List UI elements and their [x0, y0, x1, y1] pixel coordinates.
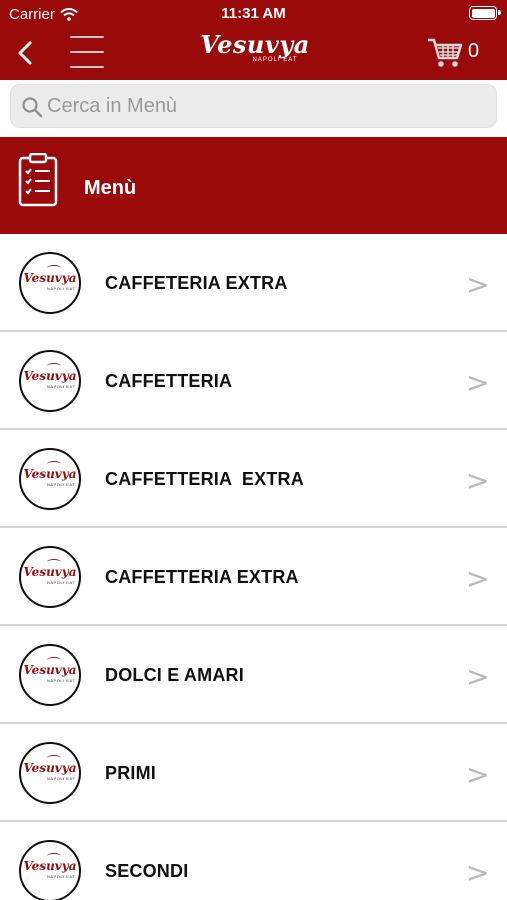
category-label: CAFFETTERIA EXTRA	[105, 567, 299, 587]
app-logo: Vesuvya NAPOLI EAT	[190, 28, 320, 72]
search-input[interactable]	[47, 85, 487, 127]
category-row-caffetteria-extra-3[interactable]: Vesuvya NAPOLI EAT CAFFETTERIA EXTRA >	[0, 528, 507, 626]
search-icon	[22, 97, 43, 118]
category-logo: Vesuvya NAPOLI EAT	[19, 840, 81, 900]
category-label: SECONDI	[105, 861, 189, 881]
back-arrow-icon[interactable]	[10, 38, 40, 68]
category-list: Vesuvya NAPOLI EAT CAFFETERIA EXTRA > Ve…	[0, 234, 507, 900]
category-row-caffetteria[interactable]: Vesuvya NAPOLI EAT CAFFETTERIA >	[0, 332, 507, 430]
category-label: PRIMI	[105, 763, 157, 783]
category-label: CAFFETTERIA	[105, 371, 233, 391]
chevron-right-icon: >	[466, 268, 490, 301]
search-field[interactable]	[10, 84, 497, 128]
hamburger-menu-icon[interactable]	[70, 34, 104, 70]
logo-text: Vesuvya	[200, 30, 310, 59]
search-bar	[0, 80, 507, 135]
category-logo: Vesuvya NAPOLI EAT	[19, 252, 81, 314]
category-logo: Vesuvya NAPOLI EAT	[19, 448, 81, 510]
category-logo: Vesuvya NAPOLI EAT	[19, 350, 81, 412]
cart-count: 0	[468, 40, 480, 62]
category-row-dolci-e-amari[interactable]: Vesuvya NAPOLI EAT DOLCI E AMARI >	[0, 626, 507, 724]
cart-icon[interactable]	[426, 36, 464, 70]
nav-bar: Vesuvya NAPOLI EAT 0	[0, 28, 507, 80]
category-logo: Vesuvya NAPOLI EAT	[19, 546, 81, 608]
category-logo: Vesuvya NAPOLI EAT	[19, 742, 81, 804]
status-time: 11:31 AM	[221, 5, 286, 22]
status-bar: Carrier 11:31 AM	[0, 0, 507, 28]
menu-header: Menù	[0, 137, 507, 234]
battery-icon	[469, 6, 501, 20]
chevron-right-icon: >	[466, 856, 490, 889]
category-row-caffeteria-extra[interactable]: Vesuvya NAPOLI EAT CAFFETERIA EXTRA >	[0, 234, 507, 332]
category-row-secondi[interactable]: Vesuvya NAPOLI EAT SECONDI >	[0, 822, 507, 900]
category-logo: Vesuvya NAPOLI EAT	[19, 644, 81, 706]
chevron-right-icon: >	[466, 660, 490, 693]
chevron-right-icon: >	[466, 562, 490, 595]
category-label: DOLCI E AMARI	[105, 665, 244, 685]
category-row-caffetteria-extra-2[interactable]: Vesuvya NAPOLI EAT CAFFETTERIA EXTRA >	[0, 430, 507, 528]
clipboard-checklist-icon	[18, 153, 58, 207]
category-row-primi[interactable]: Vesuvya NAPOLI EAT PRIMI >	[0, 724, 507, 822]
logo-subtext: NAPOLI EAT	[252, 57, 298, 63]
chevron-right-icon: >	[466, 366, 490, 399]
chevron-right-icon: >	[466, 464, 490, 497]
category-label: CAFFETTERIA EXTRA	[105, 469, 304, 489]
category-label: CAFFETERIA EXTRA	[105, 273, 288, 293]
chevron-right-icon: >	[466, 758, 490, 791]
menu-title: Menù	[84, 177, 137, 199]
